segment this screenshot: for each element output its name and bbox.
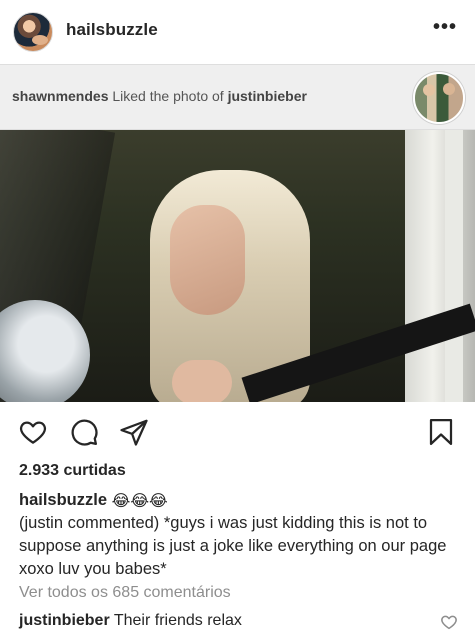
comment-text: Their friends relax (113, 612, 242, 629)
activity-target[interactable]: justinbieber (228, 88, 307, 104)
share-icon[interactable] (118, 416, 150, 448)
view-all-comments-link[interactable]: Ver todos os 685 comentários (19, 584, 231, 602)
comment-heart-icon[interactable] (440, 613, 458, 631)
car-window (405, 130, 475, 402)
heart-icon[interactable] (17, 416, 49, 448)
more-options-icon[interactable]: ••• (433, 17, 457, 37)
post-caption: hailsbuzzle 😂😂😂 (justin commented) *guys… (19, 489, 464, 581)
emoji-laughing: 😂 (130, 493, 150, 510)
likes-count[interactable]: 2.933 curtidas (19, 462, 126, 480)
avatar[interactable] (13, 12, 53, 52)
post-username[interactable]: hailsbuzzle (66, 20, 158, 40)
activity-thumbnail[interactable] (413, 72, 465, 124)
emoji-laughing: 😂 (111, 493, 131, 510)
action-bar (0, 402, 475, 460)
emoji-laughing: 😂 (149, 493, 168, 510)
caption-text: (justin commented) *guys i was just kidd… (19, 514, 447, 578)
photo-subject-hand (172, 360, 232, 402)
caption-username[interactable]: hailsbuzzle (19, 491, 107, 509)
post-header: hailsbuzzle ••• (0, 0, 475, 64)
comment-icon[interactable] (68, 416, 100, 448)
comment-row: justinbieber Their friends relax (19, 612, 439, 630)
activity-verb: Liked the photo of (108, 88, 228, 104)
activity-text: shawnmendes Liked the photo of justinbie… (12, 88, 307, 104)
activity-actor[interactable]: shawnmendes (12, 88, 108, 104)
post-photo[interactable] (0, 130, 475, 402)
activity-banner[interactable]: shawnmendes Liked the photo of justinbie… (0, 64, 475, 130)
comment-username[interactable]: justinbieber (19, 612, 110, 629)
photo-subject-face (170, 205, 245, 315)
bookmark-icon[interactable] (425, 416, 457, 448)
window-frame (445, 130, 463, 402)
